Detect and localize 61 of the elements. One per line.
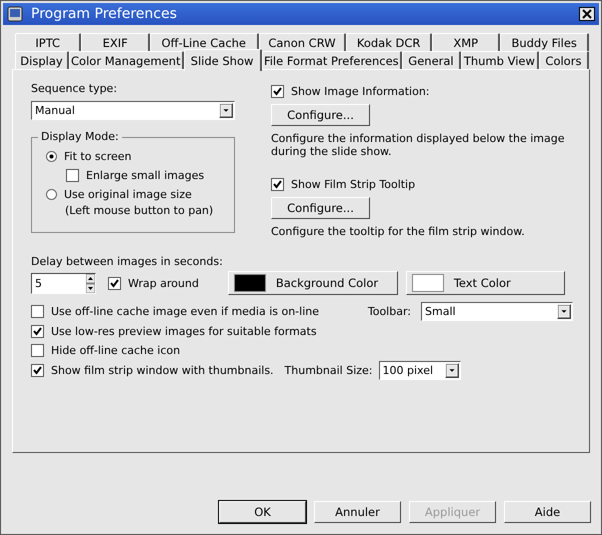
hint-text: (Left mouse button to pan) (65, 204, 214, 217)
checkbox[interactable] (108, 276, 121, 290)
option-label: Use original image size (64, 188, 192, 201)
window-title: Program Preferences (31, 6, 178, 22)
description-text: Configure the tooltip for the film strip window. (271, 225, 526, 238)
checkbox[interactable] (271, 85, 284, 98)
dialog-button[interactable]: Annuler (314, 501, 401, 523)
tab[interactable]: Off-Line Cache (150, 33, 259, 51)
dialog-button[interactable]: OK (219, 501, 306, 523)
tab[interactable]: IPTC (15, 33, 82, 51)
spin-arrows-icon (86, 274, 95, 292)
checkbox-label: Use low-res preview images for suitable formats (51, 324, 317, 338)
close-button[interactable] (579, 7, 595, 21)
app-icon (7, 6, 23, 22)
checkbox-label: Show Image Information: (291, 85, 430, 98)
checkbox[interactable] (31, 344, 44, 358)
checkbox-label: Use off-line cache image even if media is on-line (51, 305, 320, 318)
field-label: Delay between images in seconds: (31, 255, 224, 268)
dropdown-arrow-icon (444, 362, 459, 378)
toolbar-dropdown[interactable]: Small (421, 302, 573, 322)
tab[interactable]: Display (15, 51, 69, 69)
configure-button[interactable]: Configure... (271, 197, 370, 219)
tab[interactable]: Colors (538, 51, 589, 69)
tab[interactable]: Kodak DCR (346, 33, 432, 51)
checkbox-label: Wrap around (128, 276, 199, 290)
checkbox-label: Hide off-line cache icon (51, 344, 180, 358)
tab[interactable]: EXIF (81, 33, 150, 51)
dropdown-arrow-icon (219, 103, 233, 118)
color-button[interactable]: Text Color (406, 271, 565, 295)
description-text: Configure the information displayed below the image during the slide show. (271, 132, 566, 158)
checkbox[interactable] (31, 305, 44, 318)
checkbox[interactable] (31, 324, 44, 338)
checkbox[interactable] (271, 178, 284, 191)
checkbox-label: Show Film Strip Tooltip (291, 178, 416, 191)
dialog-button[interactable]: Aide (504, 501, 591, 523)
tab[interactable]: Color Management (68, 51, 184, 69)
option-label: Fit to screen (64, 150, 132, 163)
checkbox-label: Show film strip window with thumbnails. (51, 364, 274, 377)
tab[interactable]: XMP (432, 33, 500, 51)
configure-button[interactable]: Configure... (271, 104, 370, 126)
tab[interactable]: Canon CRW (258, 33, 346, 51)
field-label: Thumbnail Size: (284, 364, 373, 377)
tab[interactable]: Buddy Files (500, 33, 589, 51)
checkbox[interactable] (66, 169, 79, 182)
tab[interactable]: General (402, 51, 461, 69)
close-icon (582, 9, 592, 19)
group-title: Display Mode: (38, 130, 122, 143)
tab[interactable]: Slide Show (184, 49, 262, 71)
color-button[interactable]: Background Color (228, 271, 398, 295)
radio-button[interactable] (46, 151, 57, 162)
tab[interactable]: File Format Preferences (262, 51, 402, 69)
spin-box[interactable]: 5 (31, 272, 96, 294)
radio-button[interactable] (46, 189, 57, 200)
dropdown-arrow-icon (557, 304, 571, 320)
checkbox[interactable] (31, 364, 44, 377)
sequence-type-dropdown[interactable]: Manual (31, 101, 235, 120)
thumbnail-size-dropdown[interactable]: 100 pixel (378, 360, 461, 380)
tab[interactable]: Thumb View (460, 51, 539, 69)
checkbox-label: Enlarge small images (86, 169, 204, 182)
field-label: Toolbar: (368, 305, 411, 318)
field-label: Sequence type: (31, 82, 118, 95)
